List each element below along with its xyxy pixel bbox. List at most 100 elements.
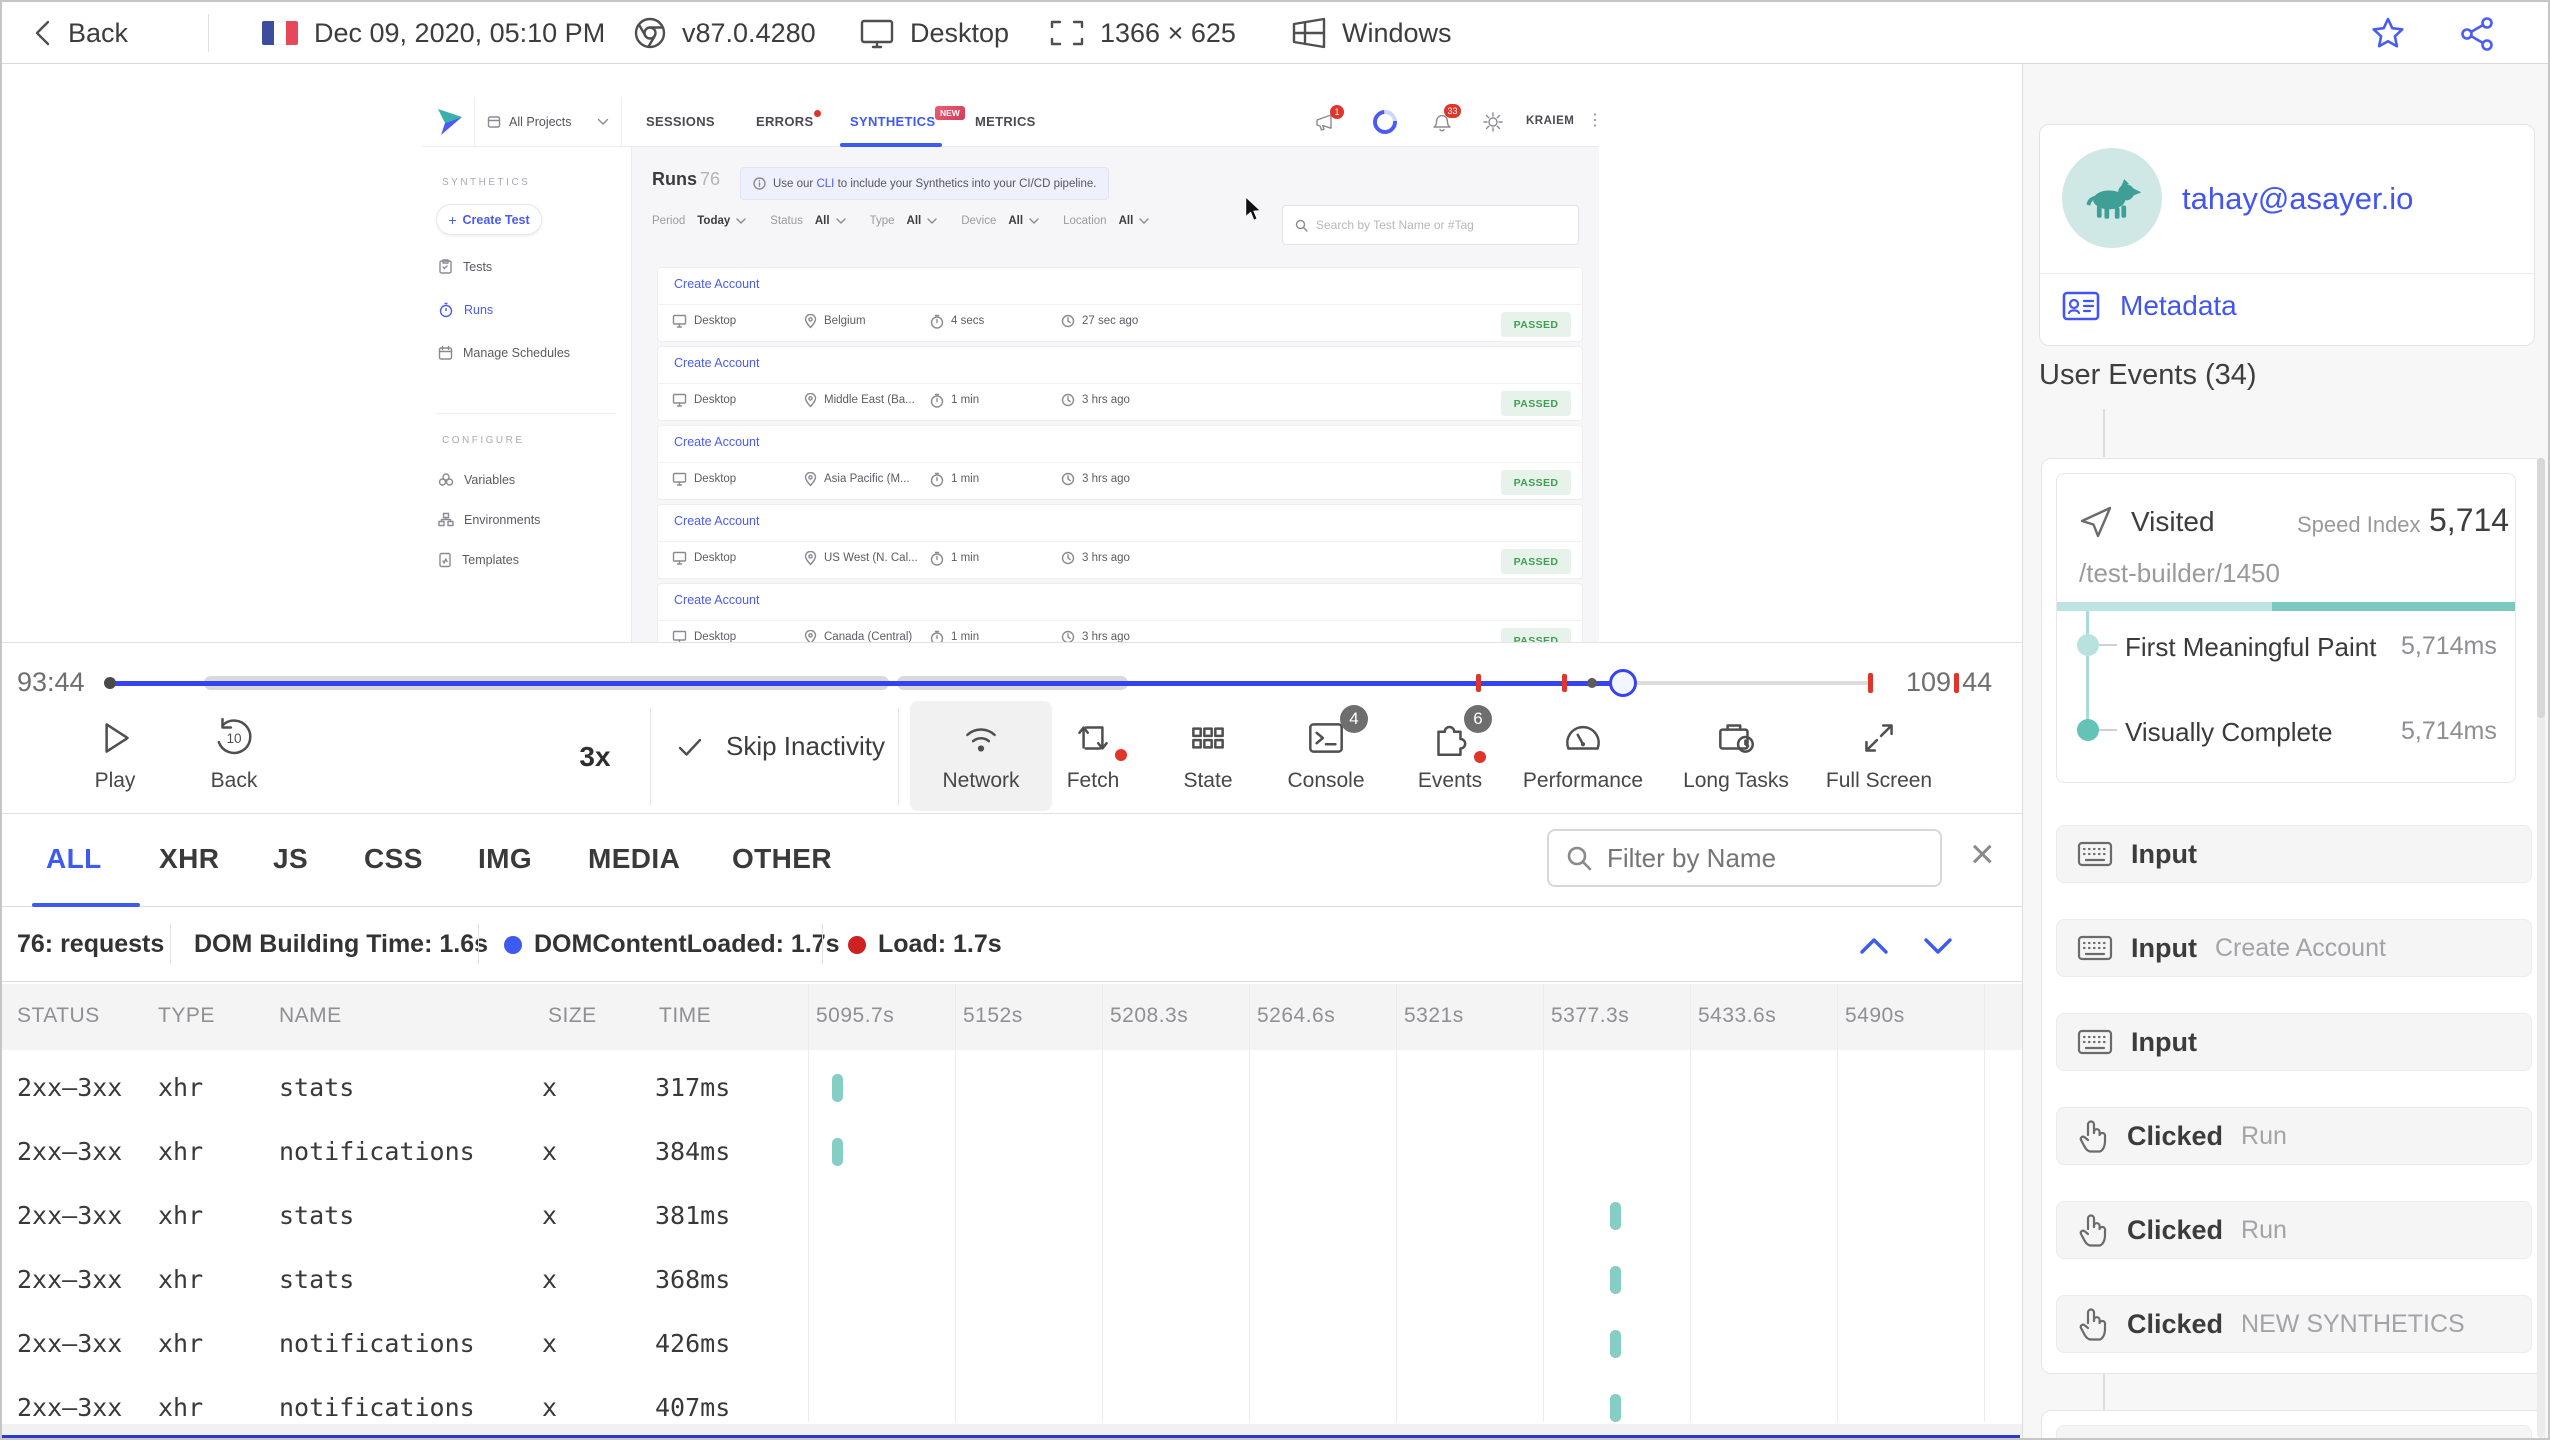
tick-label: 5490s — [1845, 1004, 1905, 1027]
player-controls-section: 93:44 109 44 Play 10 Back 3x Skip Inacti… — [2, 642, 2022, 814]
status-badge: PASSED — [1501, 549, 1571, 574]
sidebar-item-environments: Environments — [438, 512, 540, 527]
tab-other[interactable]: OTHER — [732, 843, 832, 875]
vertical-scrollbar-track[interactable] — [2537, 458, 2545, 1438]
run-name: Create Account — [674, 593, 760, 607]
timeline-event-marker — [1868, 673, 1873, 693]
cli-link: CLI — [816, 177, 835, 190]
skip-inactivity-toggle[interactable]: Skip Inactivity — [676, 731, 885, 762]
horizontal-scrollbar-track[interactable] — [2, 1424, 2022, 1435]
event-row-clicked[interactable]: Clicked Run — [2056, 1201, 2532, 1259]
clock-icon — [1061, 314, 1075, 328]
prev-event-chevron[interactable] — [1852, 934, 1896, 958]
col-type: TYPE — [158, 1004, 215, 1027]
speed-toggle[interactable]: 3x — [562, 741, 628, 773]
templates-icon — [439, 552, 451, 568]
tab-all[interactable]: ALL — [46, 843, 102, 875]
user-email[interactable]: tahay@asayer.io — [2182, 181, 2413, 217]
visited-url: /test-builder/1450 — [2079, 558, 2280, 588]
divider — [436, 413, 616, 414]
event-row-clicked[interactable]: Clicked NEW SYNTHETICS — [2056, 1295, 2532, 1353]
request-waterfall-bar — [832, 1074, 843, 1102]
network-table-row[interactable]: 2xx–3xx xhr stats x 368ms — [2, 1248, 2022, 1312]
keyboard-icon — [2077, 935, 2113, 961]
sidebar-item-templates: Templates — [438, 552, 519, 568]
event-row-clicked[interactable]: Clicked Run — [2056, 1107, 2532, 1165]
timeline-event-marker — [1476, 674, 1481, 692]
performance-panel-toggle[interactable]: Performance — [1513, 715, 1653, 793]
event-row-input[interactable]: Input — [2056, 1013, 2532, 1071]
long-tasks-panel-toggle[interactable]: Long Tasks — [1666, 715, 1806, 793]
share-button[interactable] — [2460, 16, 2496, 52]
share-icon — [2461, 17, 2493, 51]
horizontal-scrollbar-thumb[interactable] — [2, 1435, 2020, 1438]
visited-event-card[interactable]: Visited Speed Index 5,714 /test-builder/… — [2056, 473, 2516, 783]
replayed-search-box: Search by Test Name or #Tag — [1282, 205, 1579, 245]
full-screen-icon — [1865, 724, 1893, 752]
replayed-app-header: All Projects SESSIONS ERRORS SYNTHETICS … — [422, 97, 1599, 147]
replayed-run-count: 76 — [700, 169, 721, 189]
variables-icon — [438, 473, 454, 486]
network-table-row[interactable]: 2xx–3xx xhr stats x 317ms — [2, 1056, 2022, 1120]
replayed-page-title: Runs — [652, 169, 697, 189]
tab-css[interactable]: CSS — [364, 843, 423, 875]
tab-media[interactable]: MEDIA — [588, 843, 680, 875]
events-card: Visited Speed Index 5,714 /test-builder/… — [2041, 458, 2545, 1374]
info-icon — [753, 177, 766, 190]
replayed-user-name: KRAIEM — [1526, 115, 1575, 127]
tab-img[interactable]: IMG — [478, 843, 532, 875]
gear-icon — [1483, 112, 1503, 132]
favorite-button[interactable] — [2370, 16, 2406, 52]
kebab-menu-icon: ⋮ — [1587, 110, 1599, 130]
events-panel-toggle[interactable]: Events 6 — [1380, 705, 1520, 793]
monitor-icon — [672, 472, 687, 486]
run-card: Create Account Desktop Belgium 4 secs 27… — [657, 267, 1583, 342]
full-screen-button[interactable]: Full Screen — [1809, 715, 1949, 793]
fmp-value: 5,714ms — [2401, 632, 2497, 660]
metadata-button[interactable]: Metadata — [2062, 290, 2237, 322]
location-pin-icon — [804, 393, 817, 408]
request-waterfall-bar — [1610, 1266, 1621, 1294]
back-button[interactable]: Back — [32, 2, 128, 64]
back-10s-button[interactable]: 10 Back — [164, 715, 304, 793]
close-panel-button[interactable]: × — [1970, 833, 1995, 875]
network-table-row[interactable]: 2xx–3xx xhr stats x 381ms — [2, 1184, 2022, 1248]
metadata-id-card-icon — [2062, 291, 2100, 321]
current-time: 93:44 — [17, 667, 85, 697]
run-card: Create Account Desktop Middle East (Ba..… — [657, 346, 1583, 421]
plus-icon: + — [448, 211, 457, 228]
event-row-input[interactable]: Input — [2056, 825, 2532, 883]
replayed-search-placeholder: Search by Test Name or #Tag — [1316, 218, 1474, 232]
environments-icon — [438, 512, 454, 527]
click-hand-icon — [2079, 1214, 2107, 1247]
network-table-row[interactable]: 2xx–3xx xhr notifications x 384ms — [2, 1120, 2022, 1184]
event-row-input[interactable]: Input Create Account — [2056, 919, 2532, 977]
windows-icon — [1292, 17, 1326, 49]
run-name: Create Account — [674, 277, 760, 291]
sidebar-item-schedules: Manage Schedules — [438, 345, 570, 361]
playhead[interactable] — [1609, 669, 1637, 697]
network-table-header: STATUS TYPE NAME SIZE TIME 5095.7s 5152s… — [2, 984, 2022, 1050]
console-count-badge: 4 — [1340, 705, 1368, 733]
run-card: Create Account Desktop Asia Pacific (M..… — [657, 425, 1583, 500]
divider — [2040, 273, 2534, 274]
timeline-track[interactable] — [104, 669, 1873, 697]
network-table-row[interactable]: 2xx–3xx xhr notifications x 426ms — [2, 1312, 2022, 1376]
domcontentloaded-time: DOMContentLoaded: 1.7s — [534, 930, 840, 958]
tab-js[interactable]: JS — [273, 843, 308, 875]
col-time: TIME — [659, 1004, 712, 1027]
replay-viewport[interactable]: All Projects SESSIONS ERRORS SYNTHETICS … — [422, 97, 1599, 642]
monitor-icon — [672, 551, 687, 565]
network-stats-row: 76: requests DOM Building Time: 1.6s DOM… — [2, 908, 2022, 982]
console-panel-toggle[interactable]: Console 4 — [1256, 705, 1396, 793]
tab-xhr[interactable]: XHR — [159, 843, 219, 875]
active-tab-underline — [32, 903, 140, 907]
resolution-label: 1366 × 625 — [1100, 17, 1236, 48]
browser-info: v87.0.4280 — [632, 2, 816, 64]
stopwatch-icon — [930, 472, 944, 487]
long-tasks-icon — [1719, 724, 1754, 753]
hyena-avatar-icon — [2086, 179, 2142, 219]
dom-building-time: DOM Building Time: 1.6s — [194, 930, 489, 958]
filter-by-name-input[interactable] — [1607, 842, 1907, 874]
next-event-chevron[interactable] — [1916, 934, 1960, 958]
